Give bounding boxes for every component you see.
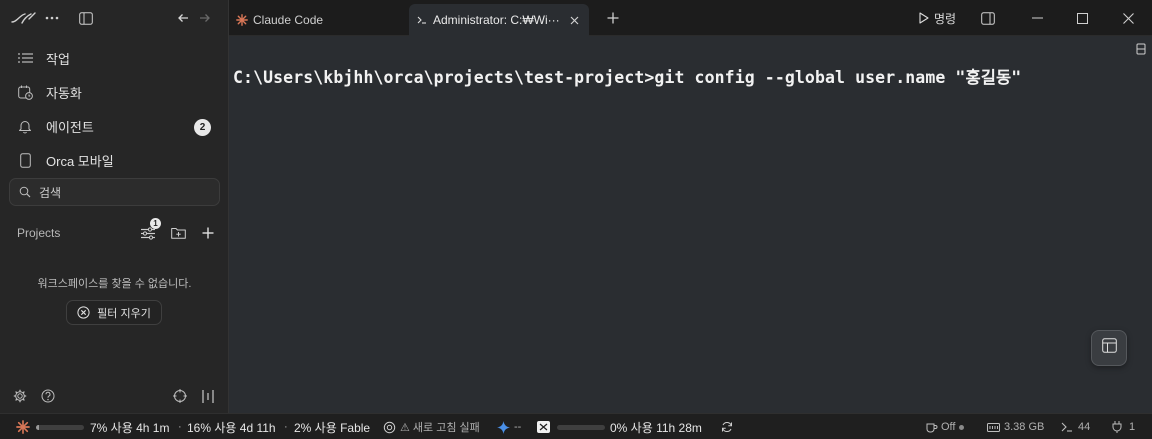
back-arrow-icon[interactable] xyxy=(174,9,192,27)
maximize-window-icon[interactable] xyxy=(1074,10,1090,26)
close-window-icon[interactable] xyxy=(1120,10,1136,26)
sidebar-item-label: 작업 xyxy=(46,51,70,67)
refresh-icon[interactable] xyxy=(721,420,733,434)
mobile-icon xyxy=(16,151,34,169)
sidebar-item-label: 자동화 xyxy=(46,85,82,101)
agents-count-badge: 2 xyxy=(194,119,211,136)
circle-x-icon xyxy=(77,306,91,320)
panel-layout-icon[interactable] xyxy=(200,388,216,404)
forward-arrow-icon[interactable] xyxy=(196,9,214,27)
gemini-usage: -- xyxy=(514,421,522,433)
projects-header: Projects 1 xyxy=(17,218,217,244)
help-icon[interactable] xyxy=(40,388,56,404)
sidebar-item-automation[interactable]: 자동화 xyxy=(8,77,220,107)
claude-sparkle-icon xyxy=(16,420,30,434)
projects-actions: 1 xyxy=(139,218,217,244)
usage-model: 2% 사용 Fable xyxy=(294,420,371,435)
toggle-right-panel-icon[interactable] xyxy=(980,10,996,26)
more-icon[interactable] xyxy=(43,9,61,27)
cursor-app-icon xyxy=(537,420,550,434)
terminal-count: 44 xyxy=(1078,421,1091,433)
sidebar-item-label: 에이전트 xyxy=(46,119,94,135)
usage-cursor: 0% 사용 11h 28m xyxy=(610,420,702,435)
keep-awake-status[interactable]: Off xyxy=(941,420,965,434)
plug-icon xyxy=(1112,420,1122,434)
minimize-window-icon[interactable] xyxy=(1029,10,1045,26)
port-count: 1 xyxy=(1129,421,1136,433)
target-icon[interactable] xyxy=(172,388,188,404)
filter-count-badge: 1 xyxy=(150,218,161,229)
memory-usage: 3.38 GB xyxy=(1004,421,1045,433)
scroll-marker-icon xyxy=(1136,42,1146,55)
refresh-failed-status: ⚠ 새로 고침 실패 xyxy=(400,422,480,434)
bell-icon xyxy=(16,117,34,135)
usage-weekly: 16% 사용 4d 11h xyxy=(187,420,276,435)
toggle-sidebar-icon[interactable] xyxy=(77,9,95,27)
status-dot-icon xyxy=(959,424,965,430)
usage-progress-fill xyxy=(36,425,40,430)
sidebar-item-label: Orca 모바일 xyxy=(46,153,114,169)
title-bar: Claude Code Administrator: C:₩Wi··· 명령 xyxy=(229,0,1152,36)
keep-awake-label: Off xyxy=(941,421,956,433)
tab-label: Claude Code xyxy=(253,13,324,27)
run-command-label: 명령 xyxy=(934,11,957,26)
sidebar-item-agents[interactable]: 에이전트 2 xyxy=(8,111,220,141)
tab-claude-code[interactable]: Claude Code xyxy=(229,4,407,36)
list-icon xyxy=(16,49,34,67)
floating-layout-button[interactable] xyxy=(1091,330,1127,366)
settings-gear-icon[interactable] xyxy=(12,388,28,404)
empty-workspace-message: 워크스페이스를 찾을 수 없습니다. xyxy=(37,278,192,290)
add-project-icon[interactable] xyxy=(199,224,217,242)
projects-label: Projects xyxy=(17,226,61,240)
separator: · xyxy=(178,421,182,433)
tab-administrator-terminal[interactable]: Administrator: C:₩Wi··· xyxy=(409,4,589,36)
app-logo-icon xyxy=(11,9,37,27)
close-tab-icon[interactable] xyxy=(567,13,581,27)
sidebar-toolbar xyxy=(0,0,228,36)
search-placeholder: 검색 xyxy=(39,185,62,200)
layout-panel-icon xyxy=(1101,338,1117,358)
new-folder-icon[interactable] xyxy=(169,224,187,242)
calendar-clock-icon xyxy=(16,83,34,101)
search-input[interactable]: 검색 xyxy=(9,178,220,206)
usage-progress-bar xyxy=(557,425,605,430)
new-tab-plus-icon[interactable] xyxy=(605,10,621,26)
clear-filter-label: 필터 지우기 xyxy=(97,307,151,320)
terminal-command-line: C:\Users\kbjhh\orca\projects\test-projec… xyxy=(233,68,1022,87)
usage-progress-bar xyxy=(36,425,84,430)
filter-sliders-icon[interactable]: 1 xyxy=(139,218,161,242)
memory-chip-icon xyxy=(987,420,1000,434)
terminal-prompt-icon xyxy=(1061,420,1073,434)
terminal-icon xyxy=(415,13,429,27)
openai-icon xyxy=(383,420,396,434)
coffee-cup-icon xyxy=(926,420,938,434)
app-window: 작업 자동화 에이전트 2 Orca 모바일 검색 Projects 1 워크스… xyxy=(0,0,1152,439)
separator: · xyxy=(284,421,288,433)
terminal-pane[interactable]: C:\Users\kbjhh\orca\projects\test-projec… xyxy=(229,36,1152,413)
clear-filter-button[interactable]: 필터 지우기 xyxy=(66,300,162,325)
usage-session: 7% 사용 4h 1m xyxy=(90,420,170,435)
search-icon xyxy=(19,185,33,199)
gemini-star-icon xyxy=(497,420,510,434)
tab-label: Administrator: C:₩Wi··· xyxy=(433,13,560,27)
sidebar: 작업 자동화 에이전트 2 Orca 모바일 검색 Projects 1 워크스… xyxy=(0,0,229,413)
sidebar-item-orca-mobile[interactable]: Orca 모바일 xyxy=(8,145,220,175)
status-bar: 7% 사용 4h 1m · 16% 사용 4d 11h · 2% 사용 Fabl… xyxy=(0,413,1152,439)
sidebar-item-tasks[interactable]: 작업 xyxy=(8,43,220,73)
claude-sparkle-icon xyxy=(235,13,249,27)
run-command-button[interactable]: 명령 xyxy=(919,9,956,27)
play-icon xyxy=(919,12,929,24)
